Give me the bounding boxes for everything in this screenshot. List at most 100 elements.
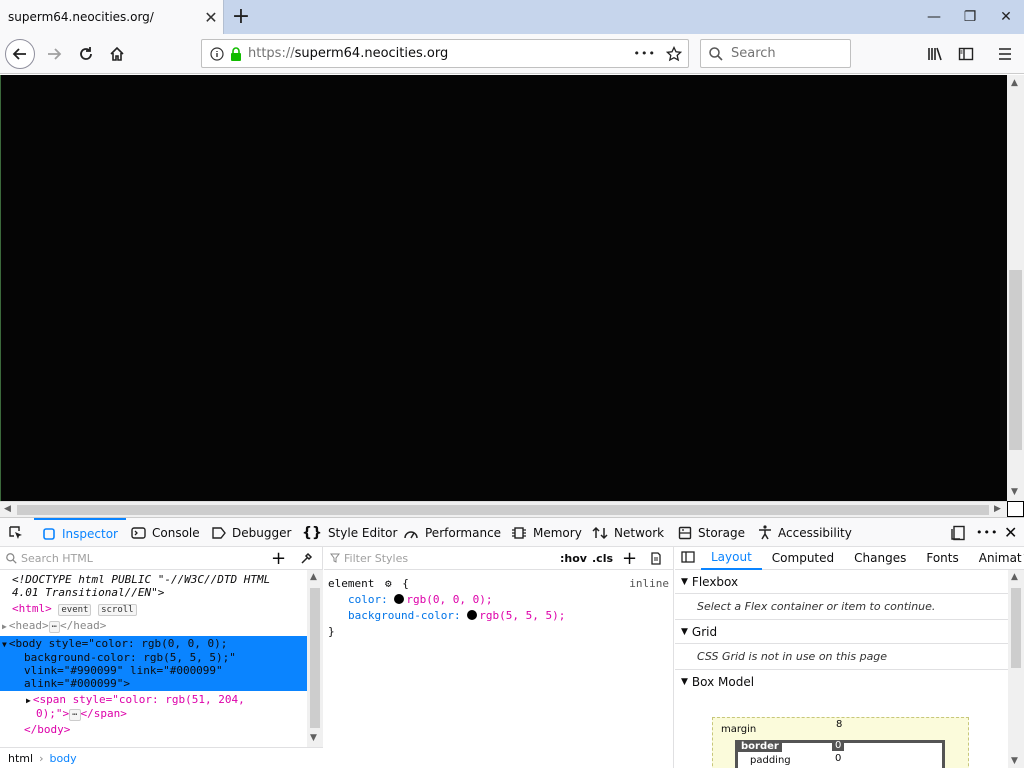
tab-console[interactable]: Console <box>131 518 200 547</box>
border-top-value[interactable]: 0 <box>832 740 845 751</box>
scroll-down-icon[interactable]: ▼ <box>1011 487 1018 497</box>
tab-layout[interactable]: Layout <box>701 547 762 570</box>
tab-computed[interactable]: Computed <box>762 547 844 570</box>
add-rule-icon[interactable]: + <box>622 547 637 570</box>
flexbox-section-header[interactable]: ▼ Flexbox <box>675 570 1024 594</box>
tab-style-editor[interactable]: {} Style Editor <box>302 518 397 547</box>
new-tab-button[interactable]: + <box>228 3 254 29</box>
tab-accessibility[interactable]: Accessibility <box>758 518 852 547</box>
tab-performance[interactable]: Performance <box>403 518 501 547</box>
scroll-up-icon[interactable]: ▲ <box>310 572 317 582</box>
minimize-icon[interactable]: — <box>916 0 952 34</box>
url-bar[interactable]: https://superm64.neocities.org ••• <box>201 39 689 68</box>
tab-debugger-label: Debugger <box>232 525 292 540</box>
tab-fonts[interactable]: Fonts <box>916 547 968 570</box>
page-vertical-scroll-thumb[interactable] <box>1009 270 1022 450</box>
breadcrumb-body[interactable]: body <box>49 752 76 765</box>
rule-selector[interactable]: element <box>328 577 374 590</box>
scroll-down-icon[interactable]: ▼ <box>1011 756 1018 766</box>
element-picker-button[interactable] <box>8 518 24 547</box>
forward-button[interactable] <box>39 39 69 69</box>
back-button[interactable] <box>5 39 35 69</box>
page-actions-icon[interactable]: ••• <box>634 47 656 60</box>
add-node-icon[interactable]: + <box>271 547 286 570</box>
dock-toggle-button[interactable] <box>950 518 966 547</box>
tab-animations[interactable]: Animat <box>969 547 1022 570</box>
scroll-down-icon[interactable]: ▼ <box>310 733 317 743</box>
network-icon <box>592 526 608 539</box>
markup-body-close[interactable]: </body> <box>0 723 322 736</box>
print-media-icon[interactable] <box>650 552 662 565</box>
devtools-menu-icon[interactable]: ••• <box>976 518 998 547</box>
color-swatch-icon[interactable] <box>394 594 405 604</box>
markup-doctype-cont[interactable]: 4.01 Transitional//EN"> <box>0 586 322 599</box>
box-model-margin[interactable]: margin 8 border 0 padding 0 <box>712 717 969 768</box>
sidebar-button[interactable] <box>951 39 981 69</box>
boxmodel-section-header[interactable]: ▼ Box Model <box>675 670 1024 694</box>
rule-prop-background-color[interactable]: background-color: rgb(5, 5, 5); <box>328 608 669 624</box>
breadcrumb-html[interactable]: html <box>8 752 33 765</box>
lock-icon[interactable] <box>230 46 242 61</box>
filter-styles[interactable]: Filter Styles :hov .cls + <box>324 547 673 570</box>
page-horizontal-scroll-thumb[interactable] <box>17 505 989 515</box>
scroll-left-icon[interactable]: ◀ <box>4 504 11 514</box>
scroll-up-icon[interactable]: ▲ <box>1011 572 1018 582</box>
markup-search[interactable]: Search HTML + <box>0 547 322 570</box>
toggle-sidebar-icon[interactable] <box>675 550 701 566</box>
collapsed-ellipsis[interactable]: ⋯ <box>48 621 60 633</box>
event-badge[interactable]: event <box>58 604 92 616</box>
margin-top-value[interactable]: 8 <box>836 719 842 730</box>
color-swatch-icon[interactable] <box>467 610 478 620</box>
filter-styles-placeholder: Filter Styles <box>344 551 409 565</box>
grid-section-header[interactable]: ▼ Grid <box>675 620 1024 644</box>
tab-storage[interactable]: Storage <box>678 518 745 547</box>
menu-button[interactable] <box>990 39 1020 69</box>
scroll-badge[interactable]: scroll <box>98 604 137 616</box>
markup-doctype[interactable]: <!DOCTYPE html PUBLIC "-//W3C//DTD HTML <box>0 573 322 586</box>
devtools-close-icon[interactable]: ✕ <box>1004 518 1017 547</box>
rule-source[interactable]: inline <box>629 576 669 592</box>
info-icon[interactable] <box>210 46 224 61</box>
box-model-diagram: margin 8 border 0 padding 0 <box>675 694 1024 768</box>
markup-head-node[interactable]: ▶ <head> ⋯ </head> <box>0 619 322 633</box>
markup-scrollbar[interactable]: ▲ ▼ <box>307 570 323 747</box>
eyedropper-icon[interactable] <box>300 552 313 565</box>
window-close-icon[interactable]: ✕ <box>988 0 1024 34</box>
markup-span-node[interactable]: ▶ <span style="color: rgb(51, 204, 0);"> ⋯… <box>0 693 322 721</box>
reload-button[interactable] <box>71 39 101 69</box>
close-tab-icon[interactable]: ✕ <box>199 8 223 27</box>
browser-tab[interactable]: superm64.neocities.org/ ✕ <box>0 0 224 34</box>
sidebar-scroll-thumb[interactable] <box>1011 588 1021 668</box>
markup-html-node[interactable]: <html> event scroll <box>0 602 322 616</box>
memory-icon <box>512 526 526 539</box>
gear-icon[interactable]: ⚙ <box>385 577 392 590</box>
url-text[interactable]: https://superm64.neocities.org <box>248 46 634 61</box>
markup-body-node-selected[interactable]: ▼ <body style="color: rgb(0, 0, 0); backg… <box>0 636 322 691</box>
page-content[interactable] <box>0 75 1007 501</box>
page-horizontal-scrollbar[interactable]: ◀ ▶ <box>0 501 1007 517</box>
tab-strip: superm64.neocities.org/ ✕ + — ❐ ✕ <box>0 0 1024 34</box>
tab-changes[interactable]: Changes <box>844 547 916 570</box>
performance-icon <box>404 530 418 538</box>
tab-memory-label: Memory <box>533 525 582 540</box>
tab-inspector-label: Inspector <box>62 526 118 541</box>
restore-icon[interactable]: ❐ <box>952 0 988 34</box>
tab-debugger[interactable]: Debugger <box>211 518 291 547</box>
hov-toggle[interactable]: :hov <box>560 552 587 565</box>
markup-scroll-thumb[interactable] <box>310 588 320 728</box>
scroll-right-icon[interactable]: ▶ <box>994 504 1001 514</box>
cls-toggle[interactable]: .cls <box>592 552 613 565</box>
page-vertical-scrollbar[interactable]: ▲ ▼ <box>1007 75 1024 501</box>
search-bar[interactable]: Search <box>700 39 851 68</box>
rule-prop-color[interactable]: color: rgb(0, 0, 0); <box>328 592 669 608</box>
box-model-border[interactable]: border 0 padding 0 <box>735 740 945 768</box>
home-button[interactable] <box>102 39 132 69</box>
tab-inspector[interactable]: Inspector <box>34 518 126 547</box>
library-button[interactable] <box>920 39 950 69</box>
padding-top-value[interactable]: 0 <box>835 753 841 764</box>
tab-network[interactable]: Network <box>592 518 664 547</box>
tab-memory[interactable]: Memory <box>511 518 582 547</box>
scroll-up-icon[interactable]: ▲ <box>1011 78 1018 88</box>
sidebar-scrollbar[interactable]: ▲ ▼ <box>1008 570 1024 768</box>
bookmark-star-icon[interactable] <box>666 45 682 62</box>
